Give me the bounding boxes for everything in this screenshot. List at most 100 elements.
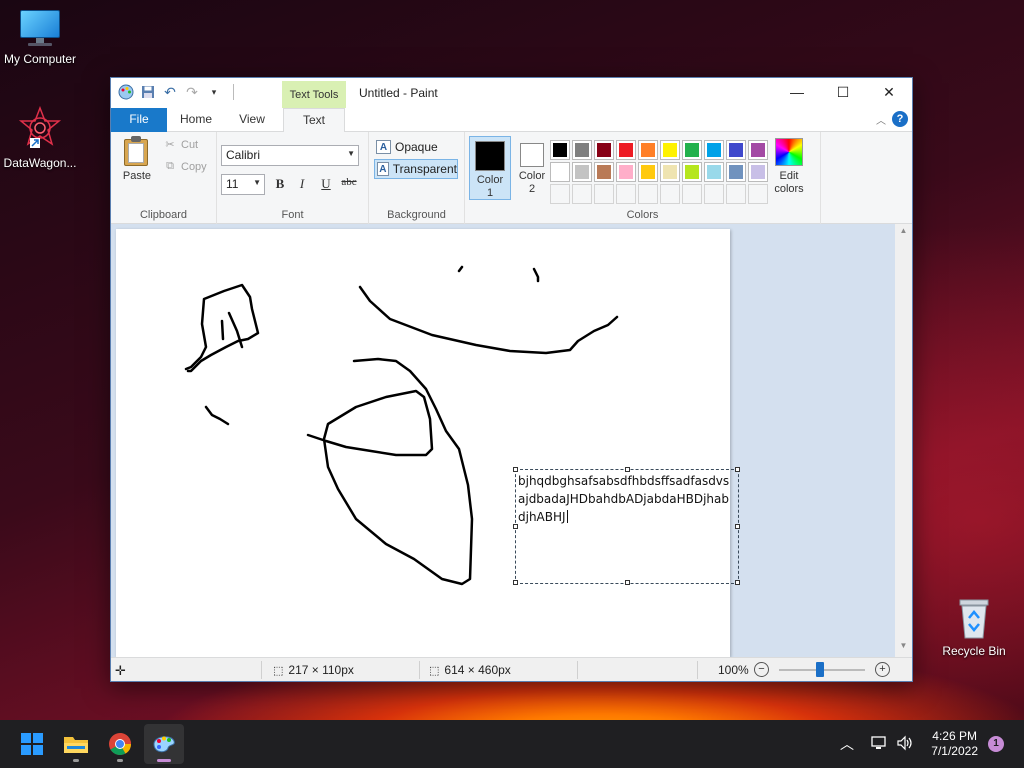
show-hidden-icons-button[interactable]: ︿	[840, 734, 854, 754]
opaque-button[interactable]: A Opaque	[374, 137, 458, 157]
palette-color-swatch[interactable]	[594, 162, 614, 182]
palette-color-swatch[interactable]	[550, 140, 570, 160]
vertical-scrollbar[interactable]: ▲ ▼	[895, 224, 912, 657]
edit-colors-button[interactable]: Edit colors	[767, 136, 811, 196]
collapse-ribbon-icon[interactable]: ︿	[876, 112, 886, 127]
font-family-select[interactable]: Calibri ▼	[221, 145, 359, 166]
font-size-select[interactable]: 11 ▼	[221, 174, 265, 195]
italic-button[interactable]: I	[293, 176, 311, 194]
copy-button[interactable]: ⧉ Copy	[163, 160, 207, 173]
palette-color-swatch[interactable]	[660, 162, 680, 182]
palette-color-swatch[interactable]	[704, 140, 724, 160]
resize-handle[interactable]	[735, 580, 740, 585]
color2-label: Color	[518, 170, 546, 182]
palette-empty-slot[interactable]	[748, 184, 768, 204]
resize-handle[interactable]	[513, 580, 518, 585]
palette-empty-slot[interactable]	[594, 184, 614, 204]
resize-handle[interactable]	[513, 467, 518, 472]
palette-empty-slot[interactable]	[726, 184, 746, 204]
edit-colors-label: Edit	[779, 170, 799, 182]
text-box-selection[interactable]: bjhqdbghsafsabsdfhbdsffsadfasdvs ajdbada…	[513, 467, 740, 585]
save-icon[interactable]	[139, 83, 157, 101]
palette-color-swatch[interactable]	[572, 140, 592, 160]
taskbar-chrome[interactable]	[100, 724, 140, 764]
copy-label: Copy	[181, 160, 207, 173]
palette-empty-slot[interactable]	[704, 184, 724, 204]
palette-empty-slot[interactable]	[682, 184, 702, 204]
palette-color-swatch[interactable]	[594, 140, 614, 160]
customize-toolbar-icon[interactable]: ▾	[205, 83, 223, 101]
palette-color-swatch[interactable]	[682, 162, 702, 182]
opaque-icon: A	[376, 140, 391, 154]
taskbar-paint[interactable]	[144, 724, 184, 764]
minimize-button[interactable]: —	[774, 78, 820, 106]
palette-empty-slot[interactable]	[660, 184, 680, 204]
transparent-button[interactable]: A Transparent	[374, 159, 458, 179]
palette-empty-slot[interactable]	[616, 184, 636, 204]
strikethrough-button[interactable]: abc	[337, 176, 361, 194]
clipboard-group: Paste ✂ Cut ⧉ Copy Clipboard	[111, 132, 217, 224]
tab-text[interactable]: Text	[283, 108, 345, 134]
move-cursor-icon: ✛	[115, 663, 126, 678]
paint-app-icon[interactable]	[117, 83, 135, 101]
colors-group: Color 1 Color 2 Edit colors Colors	[465, 132, 821, 224]
resize-handle[interactable]	[513, 524, 518, 529]
tab-view[interactable]: View	[227, 108, 277, 132]
network-icon[interactable]	[870, 735, 888, 754]
color1-button[interactable]: Color 1	[469, 136, 511, 200]
palette-color-swatch[interactable]	[550, 162, 570, 182]
palette-color-swatch[interactable]	[704, 162, 724, 182]
color2-button[interactable]: Color 2	[511, 136, 553, 200]
notification-badge[interactable]: 1	[988, 736, 1004, 752]
resize-handle[interactable]	[625, 467, 630, 472]
resize-handle[interactable]	[735, 467, 740, 472]
zoom-in-button[interactable]: +	[875, 662, 890, 677]
undo-icon[interactable]: ↶	[161, 83, 179, 101]
palette-color-swatch[interactable]	[748, 140, 768, 160]
color2-number: 2	[528, 183, 536, 195]
palette-color-swatch[interactable]	[682, 140, 702, 160]
palette-color-swatch[interactable]	[748, 162, 768, 182]
underline-button[interactable]: U	[317, 176, 335, 194]
cut-button[interactable]: ✂ Cut	[163, 138, 199, 152]
desktop-icon-my-computer[interactable]: My Computer	[0, 10, 80, 66]
canvas-size-value: 614 × 460px	[444, 663, 511, 677]
close-button[interactable]: ✕	[866, 78, 912, 106]
palette-color-swatch[interactable]	[616, 140, 636, 160]
help-icon[interactable]: ?	[892, 111, 908, 127]
redo-icon[interactable]: ↷	[183, 83, 201, 101]
maximize-button[interactable]: ☐	[820, 78, 866, 106]
resize-handle[interactable]	[735, 524, 740, 529]
desktop-icon-datawagon[interactable]: DataWagon...	[0, 106, 80, 170]
palette-empty-slot[interactable]	[638, 184, 658, 204]
bold-button[interactable]: B	[271, 176, 289, 194]
tab-home[interactable]: Home	[171, 108, 221, 132]
paste-button[interactable]: Paste	[119, 136, 155, 182]
zoom-slider-thumb[interactable]	[816, 662, 824, 677]
palette-color-swatch[interactable]	[726, 140, 746, 160]
scroll-down-arrow[interactable]: ▼	[895, 641, 912, 655]
palette-color-swatch[interactable]	[726, 162, 746, 182]
palette-empty-slot[interactable]	[550, 184, 570, 204]
start-button[interactable]	[12, 724, 52, 764]
edit-colors-icon	[775, 138, 803, 166]
font-family-value: Calibri	[226, 148, 261, 162]
palette-empty-slot[interactable]	[572, 184, 592, 204]
title-bar[interactable]: ↶ ↷ ▾ Text Tools Untitled - Paint — ☐ ✕	[111, 78, 912, 108]
palette-color-swatch[interactable]	[572, 162, 592, 182]
scroll-up-arrow[interactable]: ▲	[895, 226, 912, 240]
palette-color-swatch[interactable]	[660, 140, 680, 160]
palette-color-swatch[interactable]	[616, 162, 636, 182]
drawing-canvas[interactable]: bjhqdbghsafsabsdfhbdsffsadfasdvs ajdbada…	[116, 229, 740, 657]
desktop-icon-recycle-bin[interactable]: Recycle Bin	[934, 598, 1014, 658]
zoom-out-button[interactable]: −	[754, 662, 769, 677]
palette-color-swatch[interactable]	[638, 140, 658, 160]
tab-file[interactable]: File	[111, 108, 167, 132]
resize-handle[interactable]	[625, 580, 630, 585]
cut-label: Cut	[181, 138, 199, 151]
clock[interactable]: 4:26 PM 7/1/2022	[931, 729, 978, 759]
taskbar-file-explorer[interactable]	[56, 724, 96, 764]
palette-color-swatch[interactable]	[638, 162, 658, 182]
volume-icon[interactable]	[896, 735, 914, 754]
group-label: Colors	[626, 209, 659, 221]
